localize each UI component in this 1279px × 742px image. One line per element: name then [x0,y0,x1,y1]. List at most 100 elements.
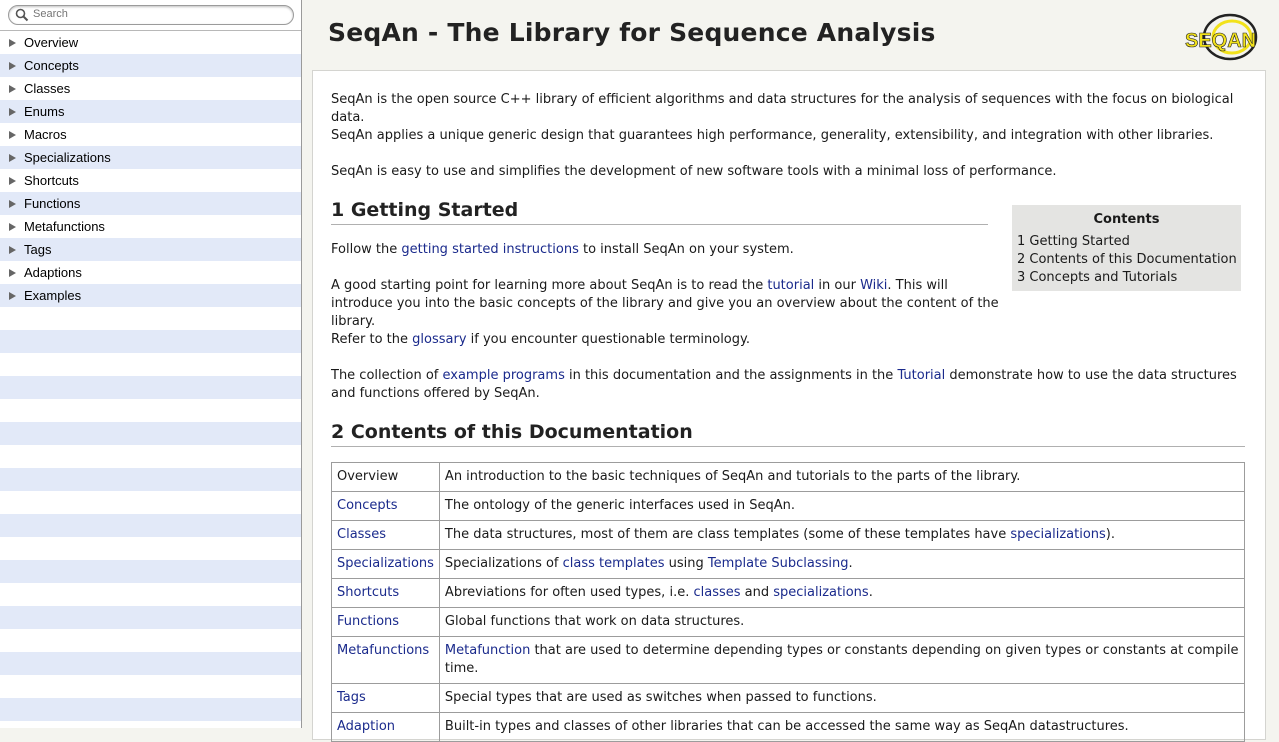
sidebar-item-label: Shortcuts [24,173,79,188]
toc-item-2[interactable]: 2 Contents of this Documentation [1012,251,1241,269]
table-cell-name: Functions [331,607,440,637]
sidebar-item-label: Overview [24,35,79,50]
page-header: SeqAn - The Library for Sequence Analysi… [302,0,1279,70]
classes-link[interactable]: Classes [337,527,386,542]
sidebar-item-specializations[interactable]: Specializations [0,146,301,169]
metafunctions-link[interactable]: Metafunctions [337,643,429,658]
examples-paragraph: The collection of example programs in th… [331,368,1237,401]
table-cell-name: Shortcuts [331,578,440,608]
disclosure-triangle-icon[interactable] [9,38,16,47]
table-cell-name: Adaption [331,712,440,742]
sidebar-item-label: Functions [24,196,81,211]
section-heading-getting-started: 1 Getting Started [331,201,988,225]
follow-instructions-paragraph: Follow the getting started instructions … [331,242,794,257]
intro-paragraph-2: SeqAn applies a unique generic design th… [331,128,1214,143]
disclosure-triangle-icon[interactable] [9,291,16,300]
disclosure-triangle-icon[interactable] [9,199,16,208]
table-cell-name: Specializations [331,549,440,579]
tutorial-link[interactable]: tutorial [767,278,814,293]
wiki-link[interactable]: Wiki [860,278,887,293]
classes-inline-link[interactable]: classes [693,585,740,600]
adaption-link[interactable]: Adaption [337,719,395,734]
seqan-logo: SEQAN [1185,13,1258,61]
table-row: Overview An introduction to the basic te… [331,462,1246,492]
toc-title: Contents [1093,212,1160,227]
table-cell-desc: Metafunction that are used to determine … [438,636,1246,684]
sidebar-item-label: Classes [24,81,71,96]
sidebar-item-metafunctions[interactable]: Metafunctions [0,215,301,238]
table-row: Shortcuts Abreviations for often used ty… [331,578,1246,608]
table-cell-name: Classes [331,520,440,550]
specializations-link[interactable]: specializations [1010,527,1105,542]
table-row: Adaption Built-in types and classes of o… [331,712,1246,742]
search-box[interactable] [8,5,294,25]
sidebar-item-label: Metafunctions [24,219,105,234]
disclosure-triangle-icon[interactable] [9,176,16,185]
toc-item-1[interactable]: 1 Getting Started [1012,233,1241,251]
disclosure-triangle-icon[interactable] [9,222,16,231]
sidebar-item-examples[interactable]: Examples [0,284,301,307]
table-cell-name: Overview [331,462,440,492]
table-cell-name: Metafunctions [331,636,440,684]
disclosure-triangle-icon[interactable] [9,130,16,139]
sidebar-item-functions[interactable]: Functions [0,192,301,215]
table-of-contents: Contents 1 Getting Started 2 Contents of… [1012,205,1241,291]
disclosure-triangle-icon[interactable] [9,61,16,70]
table-cell-name: Tags [331,683,440,713]
starting-point-paragraph: A good starting point for learning more … [331,278,999,329]
disclosure-triangle-icon[interactable] [9,245,16,254]
table-cell-desc: The ontology of the generic interfaces u… [438,491,1246,521]
sidebar-item-adaptions[interactable]: Adaptions [0,261,301,284]
table-cell-desc: Global functions that work on data struc… [438,607,1246,637]
disclosure-triangle-icon[interactable] [9,268,16,277]
page-title: SeqAn - The Library for Sequence Analysi… [328,18,936,47]
table-cell-desc: Abreviations for often used types, i.e. … [438,578,1246,608]
disclosure-triangle-icon[interactable] [9,107,16,116]
search-input[interactable] [33,7,283,21]
sidebar-item-label: Examples [24,288,82,303]
section-heading-contents: 2 Contents of this Documentation [331,423,1245,447]
metafunction-inline-link[interactable]: Metafunction [445,643,530,658]
example-programs-link[interactable]: example programs [442,368,564,383]
specializations-row-link[interactable]: Specializations [337,556,434,571]
table-row: Functions Global functions that work on … [331,607,1246,637]
table-cell-name: Concepts [331,491,440,521]
sidebar-item-label: Enums [24,104,65,119]
table-cell-desc: Built-in types and classes of other libr… [438,712,1246,742]
disclosure-triangle-icon[interactable] [9,153,16,162]
table-cell-desc: The data structures, most of them are cl… [438,520,1246,550]
tags-link[interactable]: Tags [337,690,366,705]
search-icon [15,8,29,22]
getting-started-link[interactable]: getting started instructions [401,242,578,257]
table-row: Specializations Specializations of class… [331,549,1246,579]
contents-table: Overview An introduction to the basic te… [331,462,1246,742]
intro-paragraph-3: SeqAn is easy to use and simplifies the … [331,164,1057,179]
sidebar-item-macros[interactable]: Macros [0,123,301,146]
table-row: Concepts The ontology of the generic int… [331,491,1246,521]
table-row: Tags Special types that are used as swit… [331,683,1246,713]
logo-text: SEQAN [1185,30,1256,52]
sidebar-item-concepts[interactable]: Concepts [0,54,301,77]
functions-link[interactable]: Functions [337,614,399,629]
toc-item-3[interactable]: 3 Concepts and Tutorials [1012,269,1241,287]
template-subclassing-link[interactable]: Template Subclassing [708,556,849,571]
sidebar-item-label: Adaptions [24,265,82,280]
specializations-inline-link[interactable]: specializations [773,585,868,600]
glossary-link[interactable]: glossary [412,332,466,347]
table-row: Metafunctions Metafunction that are used… [331,636,1246,684]
disclosure-triangle-icon[interactable] [9,84,16,93]
shortcuts-link[interactable]: Shortcuts [337,585,399,600]
sidebar-item-enums[interactable]: Enums [0,100,301,123]
tutorial-link-2[interactable]: Tutorial [897,368,945,383]
search-bar [0,0,301,31]
sidebar-item-tags[interactable]: Tags [0,238,301,261]
concepts-link[interactable]: Concepts [337,498,398,513]
table-row: Classes The data structures, most of the… [331,520,1246,550]
sidebar-item-shortcuts[interactable]: Shortcuts [0,169,301,192]
glossary-paragraph: Refer to the glossary if you encounter q… [331,332,750,347]
class-templates-link[interactable]: class templates [563,556,665,571]
sidebar-item-overview[interactable]: Overview [0,31,301,54]
sidebar-item-label: Macros [24,127,67,142]
sidebar-item-label: Tags [24,242,52,257]
sidebar-item-classes[interactable]: Classes [0,77,301,100]
